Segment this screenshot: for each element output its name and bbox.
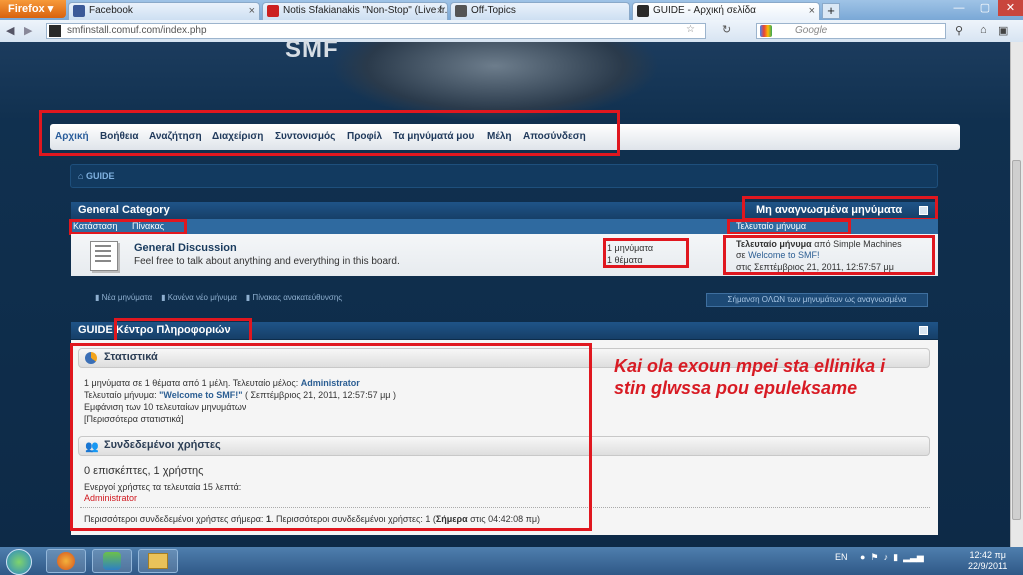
close-window-button[interactable]: ✕ bbox=[998, 0, 1023, 16]
clock-time: 12:42 πμ bbox=[969, 550, 1006, 560]
annotation-box-menu bbox=[39, 110, 620, 156]
clock[interactable]: 12:42 πμ 22/9/2011 bbox=[968, 550, 1007, 572]
close-icon[interactable]: × bbox=[809, 3, 815, 19]
plus-icon: + bbox=[827, 3, 835, 18]
tab-facebook[interactable]: Facebook × bbox=[68, 2, 260, 20]
search-icon[interactable]: ⚲ bbox=[955, 24, 963, 37]
tab-label: Facebook bbox=[89, 5, 133, 16]
scrollbar-thumb[interactable] bbox=[1012, 160, 1021, 520]
annotation-box-last-column bbox=[727, 219, 851, 235]
site-identity-icon[interactable] bbox=[49, 25, 61, 37]
tab-youtube[interactable]: Notis Sfakianakis "Non-Stop" (Live fr...… bbox=[262, 2, 448, 20]
language-indicator[interactable]: EN bbox=[835, 552, 848, 562]
breadcrumb-label: GUIDE bbox=[85, 171, 115, 181]
tab-off-topics[interactable]: Off-Topics bbox=[450, 2, 630, 20]
smf-icon bbox=[637, 5, 649, 17]
folder-icon bbox=[148, 553, 168, 569]
home-icon: ⌂ bbox=[78, 171, 86, 181]
google-icon[interactable] bbox=[760, 25, 772, 37]
tab-label: GUIDE - Αρχική σελίδα bbox=[653, 5, 756, 16]
firefox-menu-label: Firefox bbox=[8, 3, 45, 15]
volume-icon[interactable]: ♪ bbox=[884, 552, 889, 562]
site-logo: SMF bbox=[285, 36, 339, 63]
firefox-menu-button[interactable]: Firefox ▾ bbox=[0, 0, 66, 18]
redirect-icon: ▮ bbox=[245, 293, 251, 302]
search-placeholder: Google bbox=[795, 25, 828, 36]
tab-guide-home[interactable]: GUIDE - Αρχική σελίδα × bbox=[632, 2, 820, 20]
bookmark-star-icon[interactable]: ☆ bbox=[686, 24, 695, 35]
tray-app-icon[interactable]: ● bbox=[860, 552, 865, 562]
legend-redirect: Πίνακας ανακατεύθυνσης bbox=[252, 293, 343, 302]
network-icon[interactable]: ▮ bbox=[893, 552, 898, 562]
flag-icon[interactable]: ⚑ bbox=[870, 552, 878, 562]
board-legend: ▮ Νέα μηνύματα ▮ Κανένα νέο μήνυμα ▮ Πίν… bbox=[95, 293, 342, 302]
maximize-button[interactable]: ▢ bbox=[972, 0, 998, 16]
new-tab-button[interactable]: + bbox=[822, 3, 840, 19]
mark-all-read-button[interactable]: Σήμανση ΟΛΩΝ των μηνυμάτων ως αναγνωσμέν… bbox=[706, 293, 928, 307]
reload-icon[interactable]: ↻ bbox=[722, 23, 731, 36]
board-name-link[interactable]: General Discussion bbox=[134, 242, 237, 254]
new-posts-icon: ▮ bbox=[95, 293, 100, 302]
annotation-text: Kai ola exoun mpei sta ellinika i stin g… bbox=[614, 356, 886, 398]
signal-icon[interactable]: ▂▃▅ bbox=[903, 552, 924, 562]
taskbar-explorer[interactable] bbox=[138, 549, 178, 573]
annotation-box-unread bbox=[742, 196, 938, 221]
forum-icon bbox=[455, 5, 467, 17]
messenger-icon bbox=[103, 552, 121, 570]
breadcrumb-link[interactable]: ⌂ GUIDE bbox=[78, 171, 114, 181]
clock-date: 22/9/2011 bbox=[968, 561, 1008, 571]
breadcrumb bbox=[70, 164, 938, 188]
taskbar-firefox[interactable] bbox=[46, 549, 86, 573]
tab-label: Notis Sfakianakis "Non-Stop" (Live fr... bbox=[283, 5, 448, 16]
youtube-icon bbox=[267, 5, 279, 17]
facebook-icon bbox=[73, 5, 85, 17]
annotation-box-stats bbox=[603, 238, 689, 268]
system-tray: EN ● ⚑ ♪ ▮ ▂▃▅ bbox=[835, 552, 924, 563]
close-icon[interactable]: × bbox=[249, 3, 255, 19]
annotation-box-info-body bbox=[70, 343, 592, 531]
board-status-icon-lines bbox=[95, 245, 111, 247]
back-icon[interactable]: ◀ bbox=[6, 24, 14, 37]
legend-none: Κανένα νέο μήνυμα bbox=[167, 293, 237, 302]
board-description: Feel free to talk about anything and eve… bbox=[134, 256, 400, 267]
no-new-posts-icon: ▮ bbox=[161, 293, 166, 302]
forward-icon[interactable]: ▶ bbox=[24, 24, 32, 37]
address-bar[interactable]: smfinstall.comuf.com/index.php bbox=[46, 23, 706, 39]
minimize-button[interactable]: — bbox=[946, 0, 972, 16]
url-text: smfinstall.comuf.com/index.php bbox=[67, 25, 207, 36]
home-icon[interactable]: ⌂ bbox=[980, 24, 987, 36]
addon-icon[interactable]: ▣ bbox=[998, 24, 1008, 37]
annotation-box-columns bbox=[69, 219, 187, 235]
info-center-prefix: GUIDE bbox=[78, 324, 113, 336]
collapse-icon[interactable] bbox=[919, 326, 928, 335]
firefox-icon bbox=[57, 552, 75, 570]
search-input[interactable]: Google bbox=[756, 23, 946, 39]
annotation-box-last-post bbox=[723, 235, 935, 275]
tab-label: Off-Topics bbox=[471, 5, 516, 16]
close-icon[interactable]: × bbox=[437, 3, 443, 19]
start-button[interactable] bbox=[6, 549, 32, 575]
legend-new: Νέα μηνύματα bbox=[101, 293, 153, 302]
category-title[interactable]: General Category bbox=[78, 204, 170, 216]
taskbar-messenger[interactable] bbox=[92, 549, 132, 573]
